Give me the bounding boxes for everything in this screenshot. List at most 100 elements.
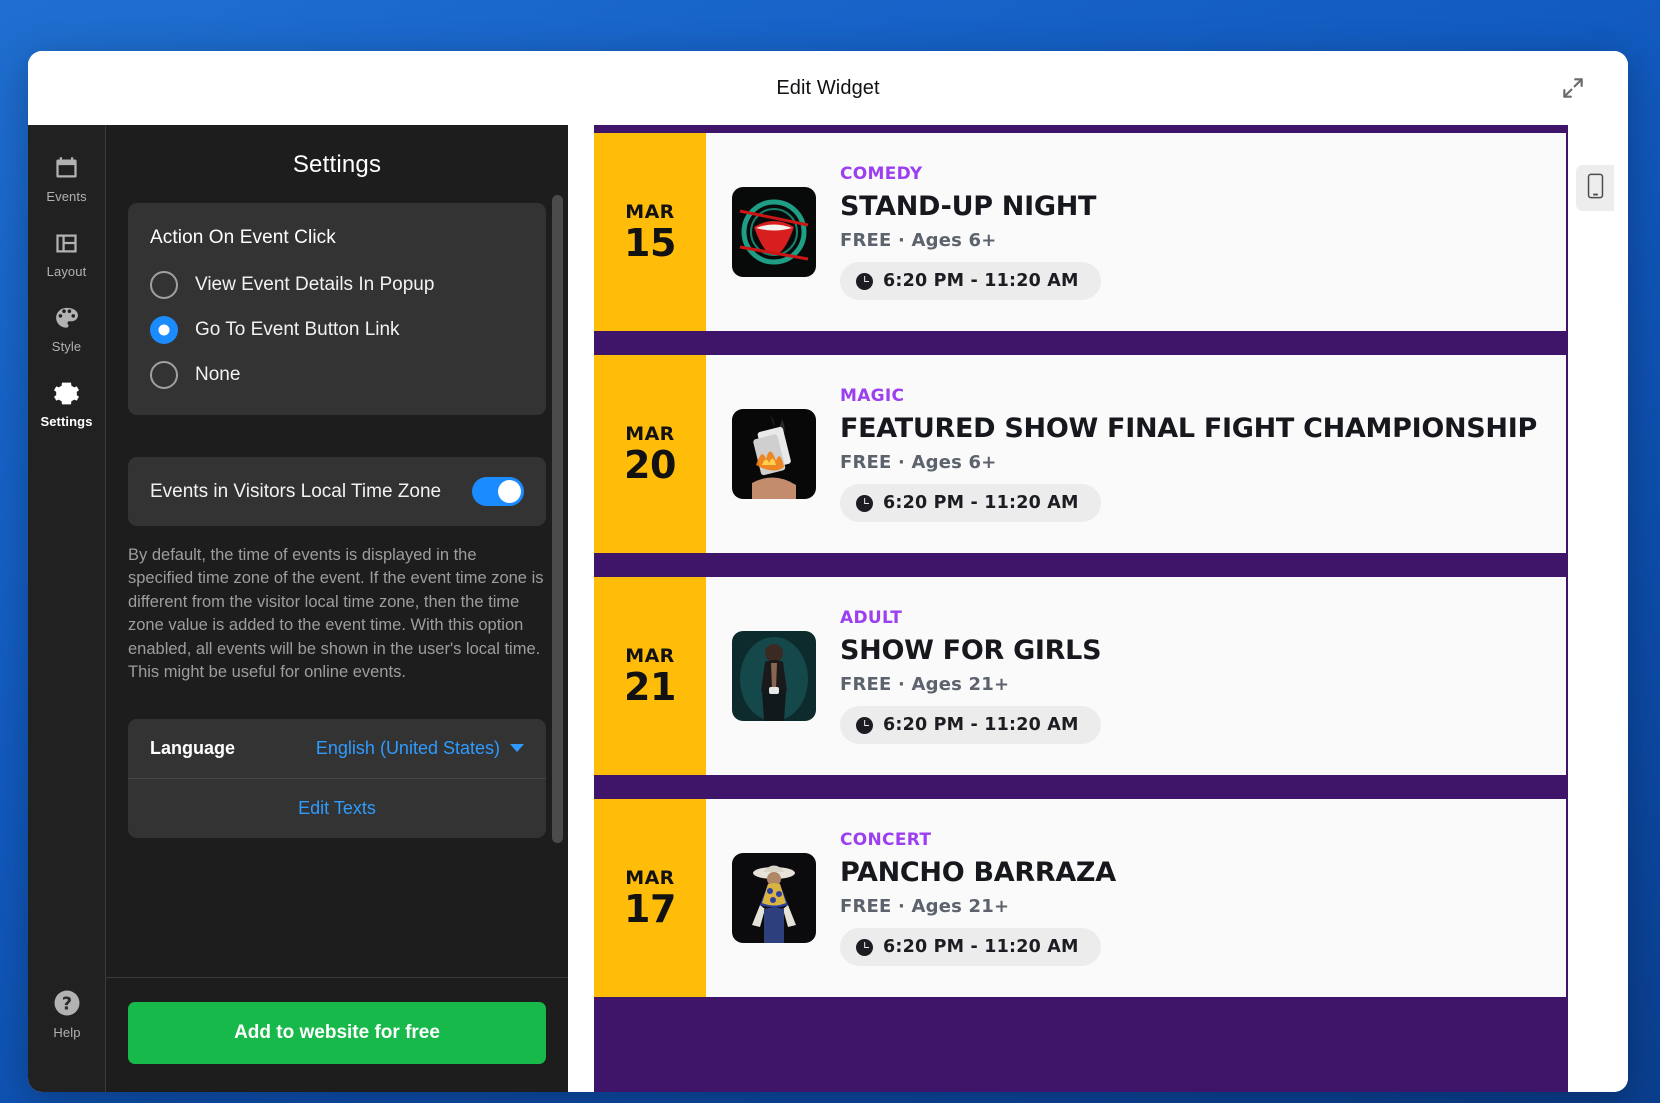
edit-widget-modal: Edit Widget Events Layout Style Settings… — [28, 51, 1628, 1092]
visitors-local-timezone-card: Events in Visitors Local Time Zone — [128, 457, 546, 526]
event-meta: FREE · Ages 6+ — [840, 452, 997, 474]
radio-label: View Event Details In Popup — [195, 274, 435, 295]
burning-cards-photo-thumbnail — [732, 409, 816, 499]
radio-go-to-event-button-link[interactable]: Go To Event Button Link — [150, 316, 524, 344]
edit-texts-label: Edit Texts — [298, 797, 376, 818]
action-on-event-click-card: Action On Event Click View Event Details… — [128, 203, 546, 415]
event-category: COMEDY — [840, 163, 923, 184]
sidebar-item-style[interactable]: Style — [28, 291, 106, 366]
sidebar-item-events[interactable]: Events — [28, 141, 106, 216]
event-date: MAR 20 — [594, 355, 706, 553]
event-title: PANCHO BARRAZA — [840, 856, 1116, 888]
sidebar-item-settings[interactable]: Settings — [28, 366, 106, 441]
event-card-text: MAGIC FEATURED SHOW FINAL FIGHT CHAMPION… — [840, 386, 1542, 523]
event-date-month: MAR — [625, 644, 675, 667]
event-time-pill: 6:20 PM - 11:20 AM — [840, 706, 1101, 745]
sidebar-item-help[interactable]: ? Help — [28, 974, 106, 1052]
clock-icon — [856, 938, 873, 956]
modal-body: Events Layout Style Settings ? Help Sett… — [28, 125, 1628, 1092]
event-title: STAND-UP NIGHT — [840, 190, 1097, 222]
chevron-down-icon — [510, 744, 524, 753]
visitors-local-timezone-description: By default, the time of events is displa… — [128, 546, 544, 682]
settings-scroll-area: Settings Action On Event Click View Even… — [106, 125, 568, 977]
event-date: MAR 21 — [594, 577, 706, 775]
expand-arrows-icon[interactable] — [1556, 71, 1590, 105]
radio-view-event-details-in-popup[interactable]: View Event Details In Popup — [150, 271, 524, 299]
radio-indicator[interactable] — [150, 361, 178, 389]
event-card-body: COMEDY STAND-UP NIGHT FREE · Ages 6+ 6:2… — [706, 133, 1566, 331]
radio-indicator-selected[interactable] — [150, 316, 178, 344]
event-card[interactable]: MAR 17 CONCERT PANCHO BARRAZA FREE · Age… — [594, 799, 1566, 997]
layout-icon — [53, 230, 80, 257]
singer-cowboy-photo-thumbnail — [732, 853, 816, 943]
language-card: Language English (United States) Edit Te… — [128, 718, 546, 838]
clock-icon — [856, 272, 873, 290]
widget-preview-area: MAR 15 COMEDY STAND-UP NIGHT FREE · Ages… — [568, 125, 1628, 1092]
event-date: MAR 15 — [594, 133, 706, 331]
event-date-month: MAR — [625, 422, 675, 445]
radio-label: None — [195, 364, 241, 385]
settings-scrollbar-thumb[interactable] — [552, 195, 563, 843]
event-time-pill: 6:20 PM - 11:20 AM — [840, 484, 1101, 523]
event-card-text: CONCERT PANCHO BARRAZA FREE · Ages 21+ 6… — [840, 830, 1542, 967]
event-date: MAR 17 — [594, 799, 706, 997]
modal-titlebar: Edit Widget — [28, 51, 1628, 125]
action-on-event-click-heading: Action On Event Click — [150, 227, 336, 248]
gear-icon — [53, 380, 80, 407]
radio-label: Go To Event Button Link — [195, 319, 400, 340]
event-card[interactable]: MAR 21 ADULT SHOW FOR GIRLS FREE · Ages … — [594, 577, 1566, 775]
radio-indicator[interactable] — [150, 271, 178, 299]
settings-scrollbar[interactable] — [552, 195, 563, 967]
widget-preview-canvas: MAR 15 COMEDY STAND-UP NIGHT FREE · Ages… — [594, 125, 1568, 1092]
page-title: Edit Widget — [776, 76, 880, 99]
sidebar-item-label: Layout — [46, 264, 87, 279]
edit-texts-button[interactable]: Edit Texts — [128, 779, 546, 838]
event-date-month: MAR — [625, 200, 675, 223]
left-nav-rail: Events Layout Style Settings ? Help — [28, 125, 106, 1092]
event-category: CONCERT — [840, 829, 932, 850]
visitors-local-timezone-toggle[interactable] — [472, 477, 524, 506]
clock-icon — [856, 716, 873, 734]
event-card[interactable]: MAR 20 MAGIC FEATURED SHOW FINAL FIGHT C… — [594, 355, 1566, 553]
event-meta: FREE · Ages 6+ — [840, 230, 997, 252]
svg-text:?: ? — [62, 994, 72, 1014]
radio-none[interactable]: None — [150, 361, 524, 389]
clock-icon — [856, 494, 873, 512]
event-time: 6:20 PM - 11:20 AM — [883, 937, 1079, 958]
sidebar-item-label: Style — [51, 339, 82, 354]
settings-panel-title: Settings — [292, 151, 382, 178]
event-category: MAGIC — [840, 385, 905, 406]
sidebar-item-label: Help — [53, 1025, 81, 1040]
calendar-icon — [53, 155, 80, 182]
event-time: 6:20 PM - 11:20 AM — [883, 715, 1079, 736]
event-card-text: ADULT SHOW FOR GIRLS FREE · Ages 21+ 6:2… — [840, 608, 1542, 745]
palette-icon — [53, 305, 80, 332]
event-card-body: ADULT SHOW FOR GIRLS FREE · Ages 21+ 6:2… — [706, 577, 1566, 775]
mobile-preview-toggle[interactable] — [1576, 165, 1614, 211]
language-selected-value: English (United States) — [315, 737, 500, 758]
event-date-day: 15 — [624, 220, 676, 265]
event-meta: FREE · Ages 21+ — [840, 896, 1010, 918]
language-label: Language — [150, 737, 236, 758]
event-card-body: MAGIC FEATURED SHOW FINAL FIGHT CHAMPION… — [706, 355, 1566, 553]
event-time-pill: 6:20 PM - 11:20 AM — [840, 262, 1101, 301]
add-to-website-button[interactable]: Add to website for free — [128, 1002, 546, 1064]
event-date-month: MAR — [625, 866, 675, 889]
event-date-day: 17 — [624, 886, 676, 931]
visitors-local-timezone-label: Events in Visitors Local Time Zone — [150, 480, 442, 502]
language-select[interactable]: English (United States) — [316, 738, 524, 759]
sidebar-item-label: Settings — [40, 414, 93, 429]
settings-panel: Settings Action On Event Click View Even… — [106, 125, 568, 1092]
event-time: 6:20 PM - 11:20 AM — [883, 493, 1079, 514]
event-meta: FREE · Ages 21+ — [840, 674, 1010, 696]
event-card[interactable]: MAR 15 COMEDY STAND-UP NIGHT FREE · Ages… — [594, 133, 1566, 331]
event-date-day: 21 — [624, 664, 676, 709]
event-card-body: CONCERT PANCHO BARRAZA FREE · Ages 21+ 6… — [706, 799, 1566, 997]
question-circle-icon: ? — [52, 988, 82, 1018]
settings-footer: Add to website for free — [106, 977, 568, 1092]
sidebar-item-layout[interactable]: Layout — [28, 216, 106, 291]
male-dancer-photo-thumbnail — [732, 631, 816, 721]
event-date-day: 20 — [624, 442, 676, 487]
